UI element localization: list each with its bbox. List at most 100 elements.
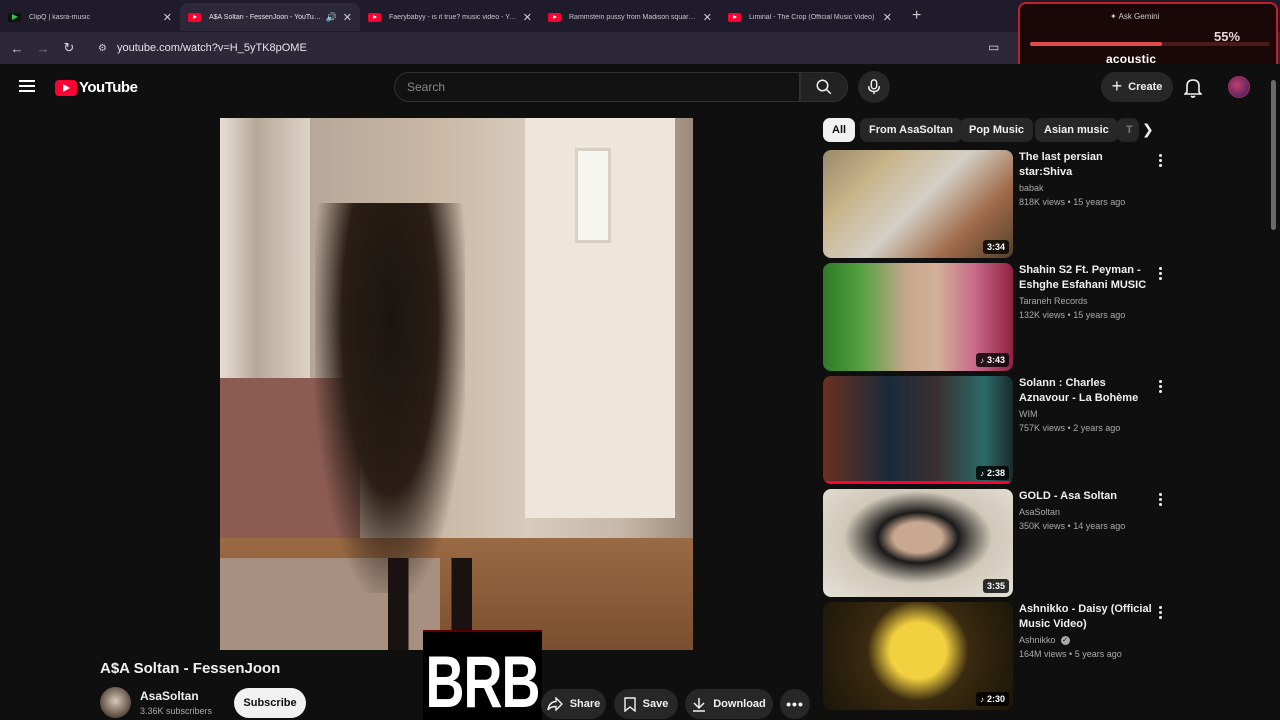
share-label: Share: [569, 698, 601, 710]
close-icon[interactable]: ✕: [163, 11, 172, 24]
rec-title[interactable]: The last persian star:Shiva: [1019, 150, 1153, 180]
verified-check-icon: ✓: [1060, 635, 1070, 645]
close-icon[interactable]: ✕: [703, 11, 712, 24]
duration-badge: ♪ 2:30: [975, 692, 1009, 706]
duration-badge: ♪ 3:43: [975, 353, 1009, 367]
forward-arrow-icon[interactable]: →: [30, 41, 56, 56]
rec-channel[interactable]: babak: [1019, 183, 1153, 193]
url-field[interactable]: ⚙ youtube.com/watch?v=H_5yTK8pOME: [98, 42, 307, 54]
youtube-icon: [728, 12, 741, 22]
youtube-header: YouTube Search + Create: [0, 64, 1280, 110]
chip-all[interactable]: All: [823, 118, 856, 142]
back-arrow-icon[interactable]: ←: [4, 41, 30, 56]
browser-tab[interactable]: Faerybabyy - is it true? music video - Y…: [360, 3, 540, 31]
more-vertical-icon[interactable]: [1159, 493, 1163, 508]
rec-channel[interactable]: Ashnikko ✓: [1019, 635, 1153, 645]
search-input[interactable]: Search: [394, 72, 800, 102]
chip-asian-music[interactable]: Asian music: [1035, 118, 1118, 142]
more-actions-button[interactable]: •••: [780, 689, 810, 719]
recommendation-item[interactable]: 3:35 GOLD - Asa Soltan AsaSoltan 350K vi…: [823, 489, 1173, 597]
more-vertical-icon[interactable]: [1159, 606, 1163, 621]
video-thumbnail[interactable]: ♪ 2:30: [823, 602, 1013, 710]
save-button[interactable]: Save: [614, 689, 678, 719]
tab-title: Liminal - The Crop (Official Music Video…: [749, 13, 875, 21]
rec-views: 132K views: [1019, 310, 1066, 320]
create-button[interactable]: + Create: [1101, 72, 1173, 102]
rec-title[interactable]: Solann : Charles Aznavour - La Bohème (R…: [1019, 376, 1153, 406]
rec-channel-name: babak: [1019, 183, 1044, 193]
clipq-icon: [8, 12, 21, 22]
ask-gemini-label[interactable]: ✦ Ask Gemini: [1110, 12, 1159, 21]
share-button[interactable]: Share: [541, 689, 606, 719]
duration-text: 2:38: [986, 468, 1005, 478]
rec-title[interactable]: Ashnikko - Daisy (Official Music Video): [1019, 602, 1153, 632]
youtube-logo[interactable]: YouTube: [55, 79, 138, 96]
recommendation-item[interactable]: ♪ 2:30 Ashnikko - Daisy (Official Music V…: [823, 602, 1173, 710]
reload-icon[interactable]: ↻: [56, 40, 82, 56]
new-tab-icon[interactable]: +: [912, 7, 921, 25]
rec-title[interactable]: GOLD - Asa Soltan: [1019, 489, 1153, 504]
speaker-icon[interactable]: 🔊: [326, 12, 337, 23]
gemini-icon: ✦: [1110, 12, 1117, 21]
duration-text: 3:34: [986, 242, 1005, 252]
rec-channel[interactable]: WIM: [1019, 409, 1153, 419]
cast-icon[interactable]: ▭: [988, 40, 999, 54]
more-vertical-icon[interactable]: [1159, 154, 1163, 169]
rec-channel[interactable]: Taraneh Records: [1019, 296, 1153, 306]
browser-tab[interactable]: Rammstein pussy from Madison square gard…: [540, 3, 720, 31]
recommendation-item[interactable]: ♪ 2:38 Solann : Charles Aznavour - La Boh…: [823, 376, 1173, 484]
browser-tab[interactable]: Liminal - The Crop (Official Music Video…: [720, 3, 900, 31]
browser-tab[interactable]: ClipQ | kasra-music ✕: [0, 3, 180, 31]
rec-channel-name: WIM: [1019, 409, 1038, 419]
video-frame-curtain: [220, 118, 310, 418]
share-icon: [547, 697, 563, 711]
notifications-bell-icon[interactable]: [1183, 78, 1203, 103]
youtube-icon: [368, 12, 381, 22]
rec-views: 757K views: [1019, 423, 1066, 433]
video-thumbnail[interactable]: 3:35: [823, 489, 1013, 597]
rec-age: 15 years ago: [1073, 197, 1126, 207]
search-button[interactable]: [800, 72, 848, 102]
video-thumbnail[interactable]: ♪ 3:43: [823, 263, 1013, 371]
subscribe-button[interactable]: Subscribe: [234, 688, 306, 718]
close-icon[interactable]: ✕: [523, 11, 532, 24]
page-scrollbar[interactable]: [1271, 80, 1276, 230]
more-vertical-icon[interactable]: [1159, 380, 1163, 395]
rec-channel[interactable]: AsaSoltan: [1019, 507, 1153, 517]
hamburger-menu-icon[interactable]: [19, 80, 35, 92]
rec-channel-name: AsaSoltan: [1019, 507, 1061, 517]
search-placeholder: Search: [407, 80, 446, 94]
close-icon[interactable]: ✕: [343, 11, 352, 24]
channel-name[interactable]: AsaSoltan: [140, 689, 199, 703]
close-icon[interactable]: ✕: [883, 11, 892, 24]
chip-partial[interactable]: T: [1117, 118, 1139, 142]
chevron-right-icon[interactable]: ❯: [1142, 121, 1154, 138]
url-text: youtube.com/watch?v=H_5yTK8pOME: [116, 42, 307, 54]
download-button[interactable]: Download: [685, 689, 773, 719]
duration-badge: ♪ 2:38: [975, 466, 1009, 480]
rec-channel-name: Taraneh Records: [1019, 296, 1088, 306]
duration-badge: 3:34: [982, 240, 1009, 254]
account-avatar[interactable]: [1228, 76, 1250, 98]
chip-pop-music[interactable]: Pop Music: [960, 118, 1034, 142]
music-note-icon: ♪: [979, 694, 984, 704]
site-info-icon[interactable]: ⚙: [98, 43, 107, 54]
recommendation-item[interactable]: 3:34 The last persian star:Shiva babak 8…: [823, 150, 1173, 258]
recommendation-item[interactable]: ♪ 3:43 Shahin S2 Ft. Peyman - Eshghe Esfa…: [823, 263, 1173, 371]
video-thumbnail[interactable]: 3:34: [823, 150, 1013, 258]
chip-from-channel[interactable]: From AsaSoltan: [860, 118, 962, 142]
browser-tab-active[interactable]: A$A Soltan - FessenJoon - YouTube 🔊 ✕: [180, 3, 360, 31]
video-thumbnail[interactable]: ♪ 2:38: [823, 376, 1013, 484]
music-note-icon: ♪: [979, 468, 984, 478]
more-vertical-icon[interactable]: [1159, 267, 1163, 282]
rec-title[interactable]: Shahin S2 Ft. Peyman - Eshghe Esfahani M…: [1019, 263, 1153, 293]
voice-search-button[interactable]: [858, 71, 890, 103]
channel-avatar[interactable]: [100, 687, 131, 718]
gemini-text: Ask Gemini: [1118, 12, 1160, 21]
rec-age: 15 years ago: [1073, 310, 1126, 320]
youtube-play-icon: [55, 79, 77, 96]
video-player[interactable]: [220, 118, 693, 650]
create-label: Create: [1128, 81, 1163, 93]
tab-title: ClipQ | kasra-music: [29, 13, 90, 21]
logo-text: YouTube: [79, 79, 138, 96]
